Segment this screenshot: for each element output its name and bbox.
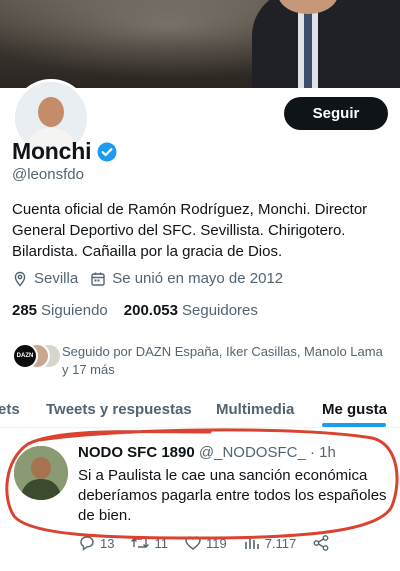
tab-tweets[interactable]: ets <box>0 401 20 418</box>
location-pin-icon <box>14 271 26 287</box>
followed-by-text: Seguido por DAZN España, Iker Casillas, … <box>62 344 383 377</box>
view-count: 7.117 <box>264 535 297 551</box>
banner-person-jacket <box>252 0 400 88</box>
tab-tweets-and-replies[interactable]: Tweets y respuestas <box>46 401 192 418</box>
tweet-header: NODO SFC 1890 @_NODOSFC_ · 1h <box>78 444 336 461</box>
tab-likes[interactable]: Me gusta <box>322 401 387 418</box>
reply-icon <box>80 536 94 551</box>
profile-bio: Cuenta oficial de Ramón Rodríguez, Monch… <box>12 201 368 260</box>
tweet-author-name[interactable]: NODO SFC 1890 <box>78 444 195 461</box>
following-label: Siguiendo <box>41 302 108 319</box>
profile-tabs: ets Tweets y respuestas Multimedia Me gu… <box>0 393 400 428</box>
followed-by-avatars: DAZN <box>12 343 62 369</box>
tweet-separator: · <box>305 444 320 461</box>
profile-name-row: Monchi <box>12 138 117 165</box>
views-icon <box>244 537 259 549</box>
profile-stats: 285 Siguiendo 200.053 Seguidores <box>12 302 274 319</box>
reply-count: 13 <box>100 535 115 551</box>
profile-handle: @leonsfdo <box>12 166 84 183</box>
tweet-actions: 13 11 119 7.117 <box>78 534 378 552</box>
views-button[interactable]: 7.117 <box>243 534 297 552</box>
tweet-author-avatar[interactable] <box>14 446 68 500</box>
location-label: Sevilla <box>34 270 79 287</box>
profile-joined: Se unió en mayo de 2012 <box>90 270 283 287</box>
share-icon <box>313 535 329 551</box>
like-count: 119 <box>205 535 227 551</box>
following-count: 285 <box>12 302 38 319</box>
calendar-icon <box>91 272 105 286</box>
tab-media[interactable]: Multimedia <box>216 401 294 418</box>
tweet-time[interactable]: 1h <box>319 444 336 461</box>
follow-button[interactable]: Seguir <box>284 97 388 130</box>
following-link[interactable]: 285 Siguiendo <box>12 302 108 319</box>
profile-location: Sevilla <box>12 270 78 287</box>
verified-badge-icon <box>97 142 117 162</box>
profile-banner[interactable] <box>0 0 400 88</box>
followers-link[interactable]: 200.053 Seguidores <box>124 302 258 319</box>
followed-by-row[interactable]: DAZN Seguido por DAZN España, Iker Casil… <box>12 343 392 379</box>
active-tab-indicator <box>322 423 386 427</box>
like-button[interactable]: 119 <box>184 534 227 552</box>
followers-count: 200.053 <box>123 302 178 319</box>
followers-label: Seguidores <box>182 302 258 319</box>
reply-button[interactable]: 13 <box>78 534 114 552</box>
tweet-author-handle[interactable]: @_NODOSFC_ <box>199 444 306 461</box>
like-heart-icon <box>185 536 201 550</box>
joined-label: Se unió en mayo de 2012 <box>112 270 284 287</box>
profile-meta: Sevilla Se unió en mayo de 2012 <box>12 270 295 287</box>
liked-tweet[interactable]: NODO SFC 1890 @_NODOSFC_ · 1h Si a Pauli… <box>0 430 400 571</box>
retweet-count: 11 <box>154 535 168 551</box>
retweet-icon <box>131 538 150 548</box>
tweet-author-portrait <box>14 446 68 500</box>
profile-display-name: Monchi <box>12 138 92 164</box>
dazn-avatar: DAZN <box>12 343 38 369</box>
share-button[interactable] <box>312 534 334 552</box>
banner-person-tie <box>304 6 312 88</box>
tweet-text: Si a Paulista le cae una sanción económi… <box>78 467 387 524</box>
retweet-button[interactable]: 11 <box>130 534 168 552</box>
